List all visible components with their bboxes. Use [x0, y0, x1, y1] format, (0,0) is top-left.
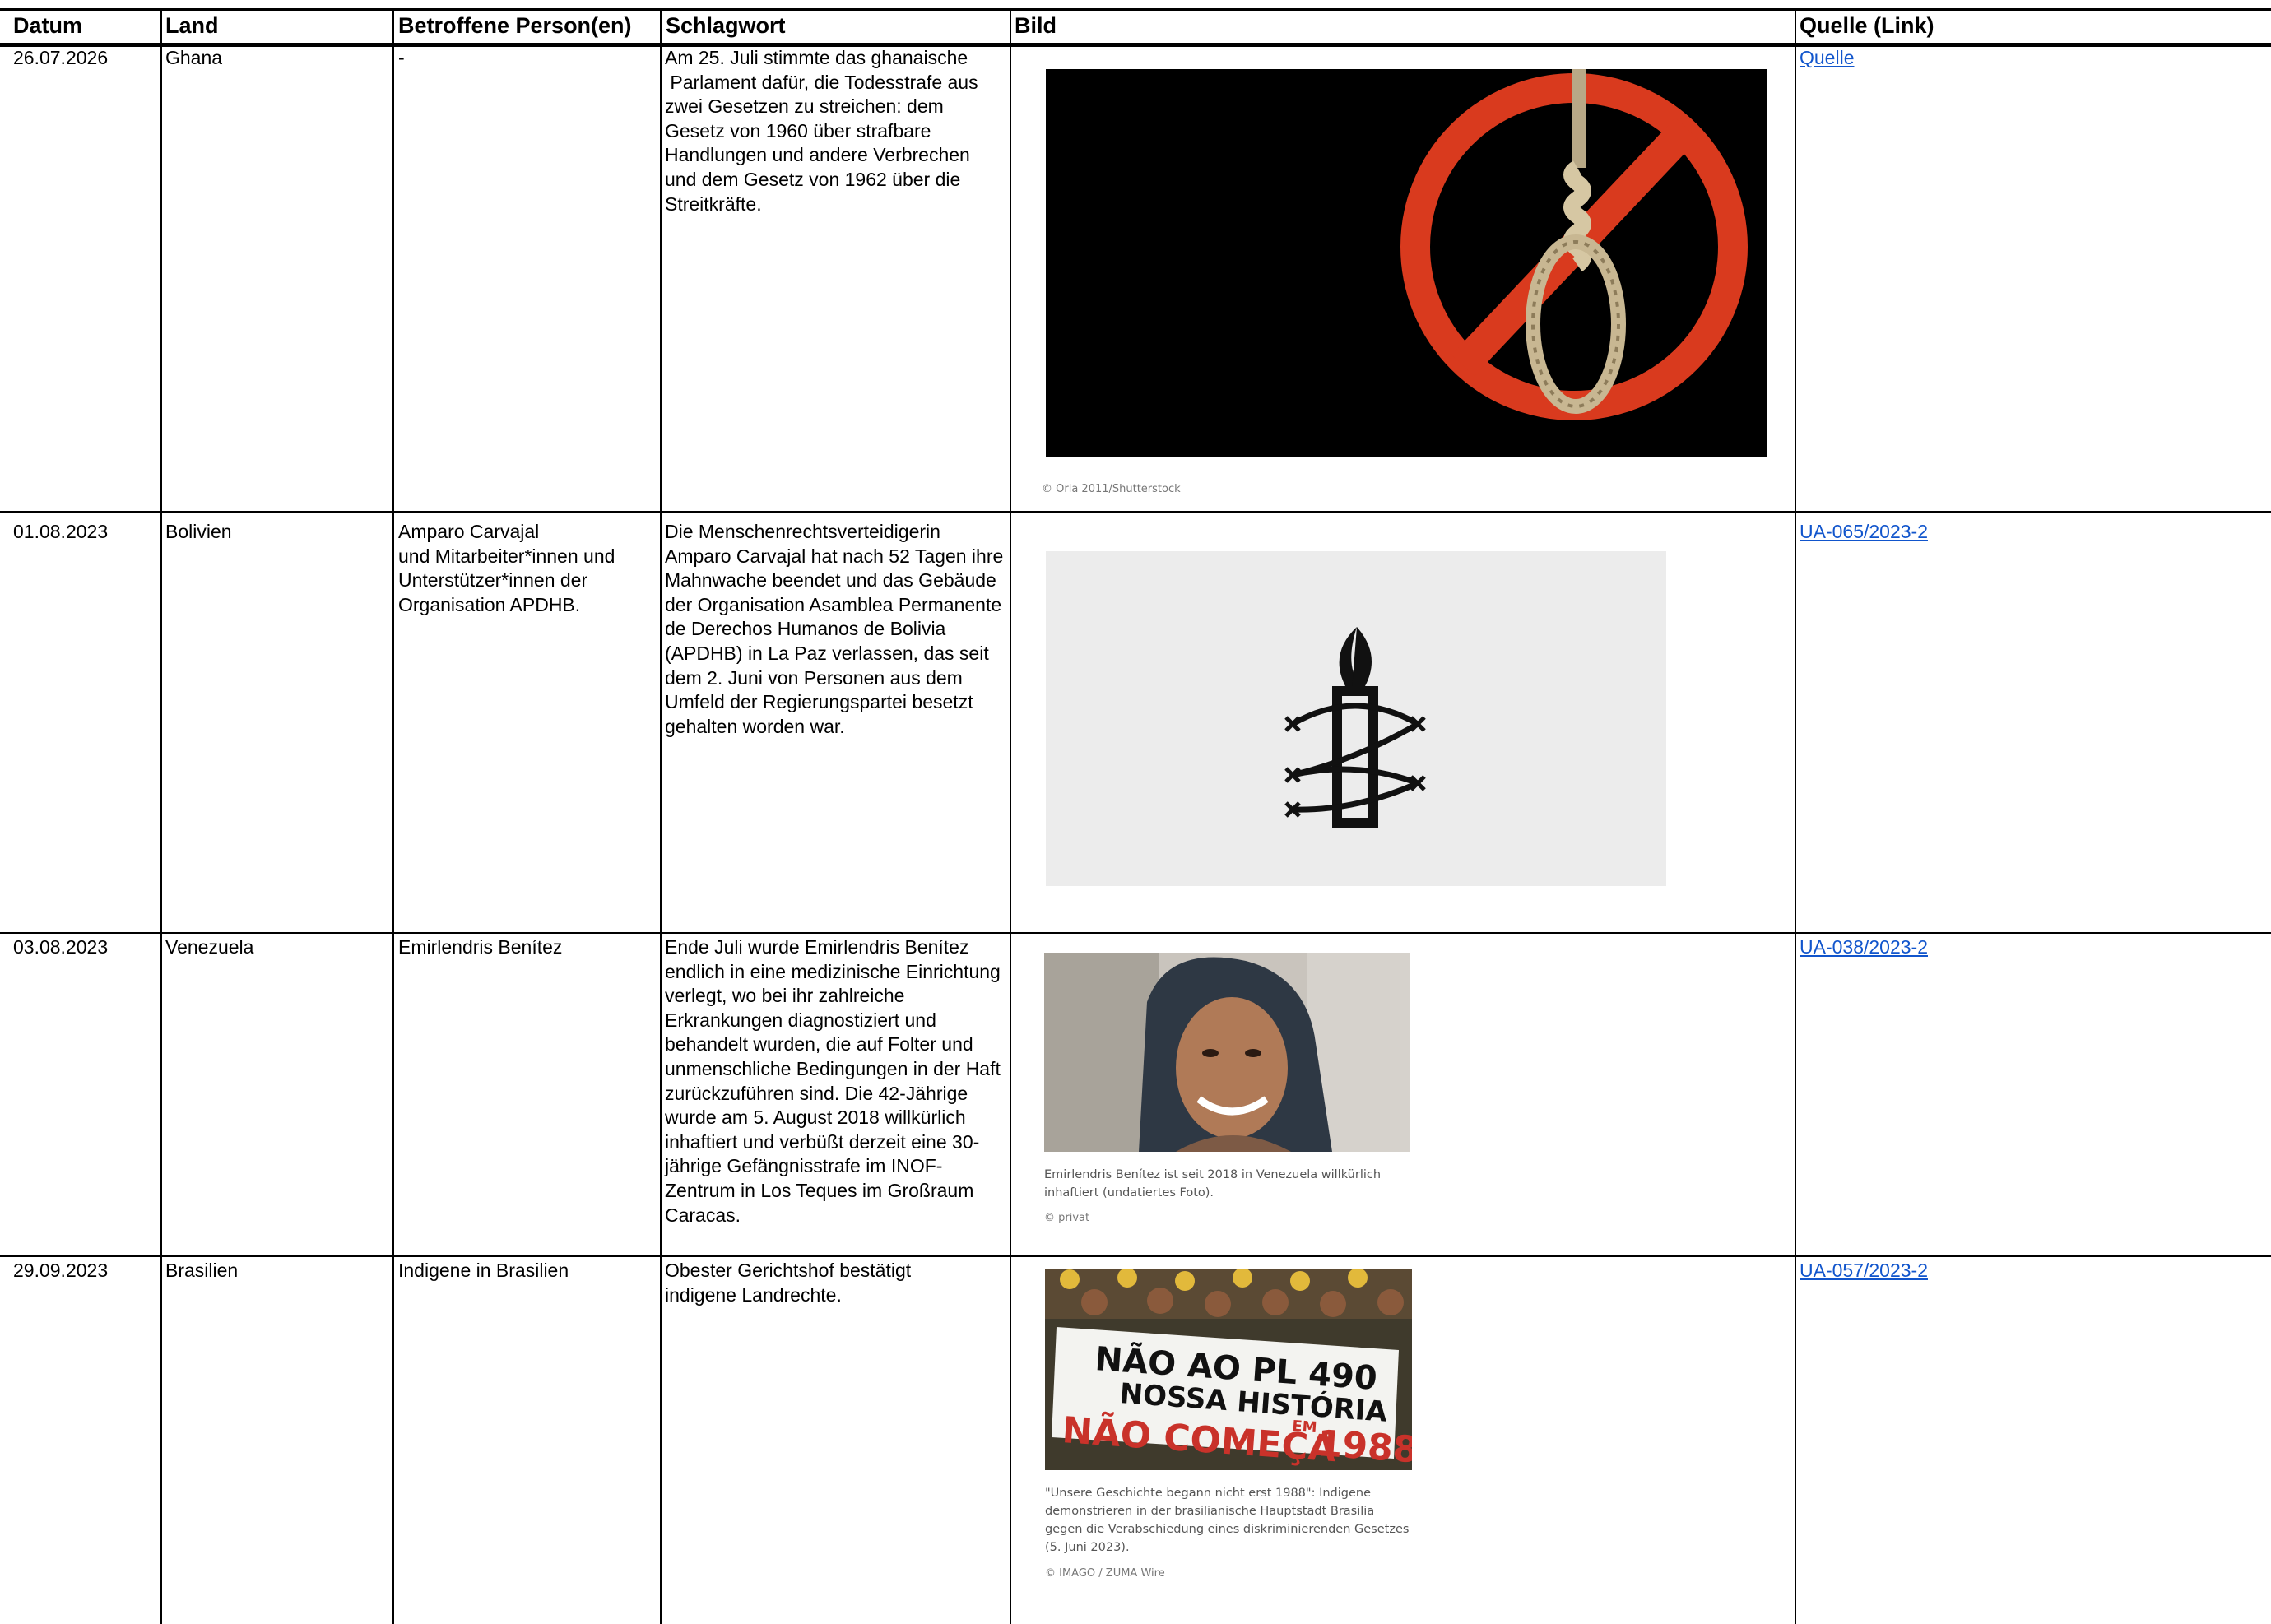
portrait-face	[1176, 997, 1288, 1139]
cell-quelle[interactable]: UA-038/2023-2	[1800, 935, 1928, 960]
portrait-photo-icon	[1044, 953, 1410, 1152]
cell-personen: Indigene in Brasilien	[398, 1260, 569, 1281]
row-divider	[0, 932, 2271, 934]
cell-land: Brasilien	[165, 1260, 239, 1281]
cell-quelle[interactable]: Quelle	[1800, 46, 1854, 71]
column-divider	[1010, 8, 1011, 1624]
cell-land: Bolivien	[165, 521, 232, 542]
image-credit: © IMAGO / ZUMA Wire	[1045, 1567, 1165, 1580]
cell-land: Venezuela	[165, 936, 254, 958]
header-land: Land	[165, 13, 219, 38]
image-credit: © privat	[1044, 1212, 1090, 1224]
column-divider	[1795, 8, 1796, 1624]
image-credit: © Orla 2011/Shutterstock	[1042, 483, 1181, 495]
image-caption: "Unsere Geschichte begann nicht erst 198…	[1045, 1487, 1410, 1554]
cell-schlagwort: Obester Gerichtshof bestätigt indigene L…	[665, 1260, 917, 1306]
column-divider	[392, 8, 394, 1624]
cell-personen: Amparo Carvajal und Mitarbeiter*innen un…	[398, 521, 615, 615]
header-betroffene-personen: Betroffene Person(en)	[398, 13, 632, 38]
cell-datum: 01.08.2023	[13, 521, 109, 542]
column-divider	[660, 8, 662, 1624]
table-header-row: Datum Land Betroffene Person(en) Schlagw…	[0, 8, 2271, 44]
cell-quelle[interactable]: UA-065/2023-2	[1800, 520, 1928, 545]
image-background	[1046, 551, 1666, 886]
protest-banner-photo-icon: NÃO AO PL 490 NOSSA HISTÓRIA NÃO COMEÇA …	[1045, 1269, 1412, 1470]
header-quelle: Quelle (Link)	[1800, 13, 1934, 38]
header-bild: Bild	[1015, 13, 1057, 38]
cell-personen: -	[398, 47, 405, 68]
row-divider	[0, 1255, 2271, 1257]
cell-datum: 03.08.2023	[13, 936, 109, 958]
amnesty-candle-logo-icon	[1046, 551, 1666, 886]
banner-line-4: EM	[1292, 1418, 1318, 1436]
cell-quelle[interactable]: UA-057/2023-2	[1800, 1259, 1928, 1283]
header-datum: Datum	[13, 13, 83, 38]
cell-personen: Emirlendris Benítez	[398, 936, 563, 958]
cell-schlagwort: Die Menschenrechtsverteidigerin Amparo C…	[665, 521, 1009, 737]
cell-datum: 26.07.2026	[13, 47, 109, 68]
image-caption: Emirlendris Benítez ist seit 2018 in Ven…	[1044, 1168, 1382, 1199]
row-divider	[0, 511, 2271, 513]
header-schlagwort: Schlagwort	[666, 13, 786, 38]
cell-land: Ghana	[165, 47, 223, 68]
no-death-penalty-noose-icon	[1046, 69, 1767, 457]
cell-datum: 29.09.2023	[13, 1260, 109, 1281]
cell-schlagwort: Am 25. Juli stimmte das ghanaische Parla…	[665, 47, 978, 215]
banner-line-5: 1988	[1316, 1422, 1412, 1470]
cell-schlagwort: Ende Juli wurde Emirlendris Benítez endl…	[665, 936, 1006, 1226]
column-divider	[160, 8, 162, 1624]
